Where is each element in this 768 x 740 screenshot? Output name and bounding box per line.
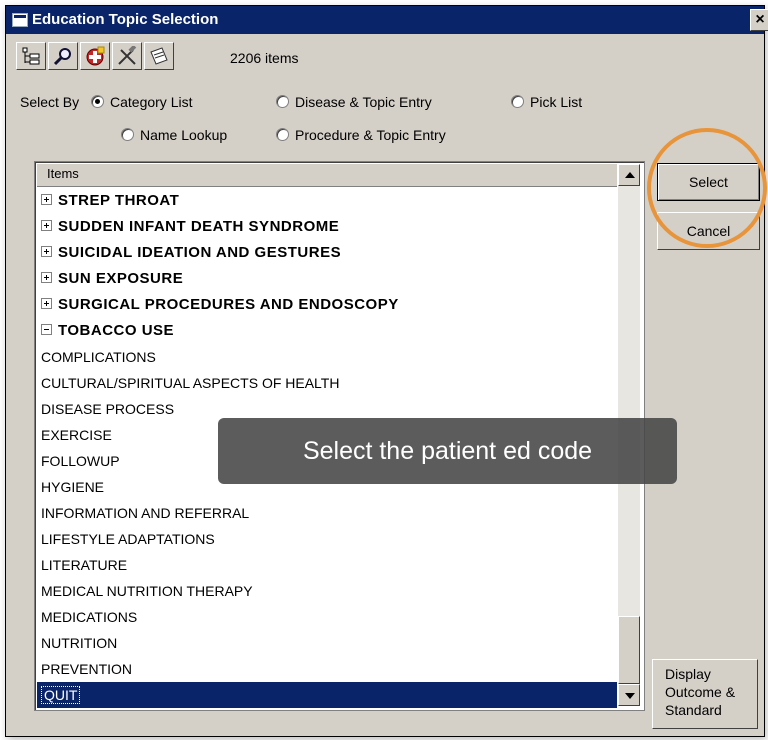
window-title: Education Topic Selection [32, 11, 219, 28]
radio-disease-topic-entry[interactable]: Disease & Topic Entry [276, 94, 432, 110]
select-by-label: Select By [20, 94, 80, 110]
list-group-item[interactable]: SURGICAL PROCEDURES AND ENDOSCOPY [37, 292, 617, 318]
list-header[interactable]: Items [37, 164, 617, 187]
arrow-down-icon [625, 693, 635, 699]
expand-icon[interactable] [41, 246, 52, 257]
tree-icon[interactable] [16, 42, 46, 70]
item-count: 2206 items [230, 50, 299, 66]
magnifier-icon[interactable] [48, 42, 78, 70]
radio-indicator [121, 128, 134, 141]
scroll-up-button[interactable] [618, 164, 640, 186]
list-item[interactable]: LIFESTYLE ADAPTATIONS [37, 526, 617, 552]
collapse-icon[interactable] [41, 324, 52, 335]
list-item[interactable]: COMPLICATIONS [37, 344, 617, 370]
expand-icon[interactable] [41, 298, 52, 309]
list-item[interactable]: MEDICAL NUTRITION THERAPY [37, 578, 617, 604]
list-item[interactable]: MEDICATIONS [37, 604, 617, 630]
list-group-item[interactable]: SUN EXPOSURE [37, 266, 617, 292]
expand-icon[interactable] [41, 272, 52, 283]
list-group-item[interactable]: STREP THROAT [37, 188, 617, 214]
display-button-line: Standard [665, 702, 722, 718]
add-favorite-icon[interactable] [80, 42, 110, 70]
tools-icon[interactable] [112, 42, 142, 70]
arrow-up-icon [625, 172, 635, 178]
expand-icon[interactable] [41, 194, 52, 205]
display-button-line: Display [665, 666, 711, 682]
close-button[interactable]: × [750, 9, 768, 31]
list-group-item[interactable]: SUDDEN INFANT DEATH SYNDROME [37, 214, 617, 240]
list-item-selected[interactable]: QUIT [37, 682, 617, 708]
window-icon [12, 13, 28, 27]
title-bar: Education Topic Selection × [6, 6, 768, 34]
radio-indicator [276, 95, 289, 108]
radio-indicator [91, 95, 104, 108]
scroll-down-button[interactable] [618, 684, 640, 706]
list-item[interactable]: NUTRITION [37, 630, 617, 656]
list-item[interactable]: CULTURAL/SPIRITUAL ASPECTS OF HEALTH [37, 370, 617, 396]
highlight-ring [647, 128, 767, 248]
expand-icon[interactable] [41, 220, 52, 231]
radio-procedure-topic-entry[interactable]: Procedure & Topic Entry [276, 127, 446, 143]
instruction-tooltip: Select the patient ed code [218, 418, 677, 484]
radio-indicator [511, 95, 524, 108]
list-item[interactable]: LITERATURE [37, 552, 617, 578]
education-topic-window: Education Topic Selection × 2206 items S… [5, 5, 768, 737]
list-item[interactable]: PREVENTION [37, 656, 617, 682]
list-header-label: Items [47, 166, 79, 181]
radio-name-lookup[interactable]: Name Lookup [121, 127, 227, 143]
list-item[interactable]: INFORMATION AND REFERRAL [37, 500, 617, 526]
radio-category-list[interactable]: Category List [91, 94, 192, 110]
note-icon[interactable] [144, 42, 174, 70]
radio-pick-list[interactable]: Pick List [511, 94, 582, 110]
display-button-line: Outcome & [665, 684, 736, 700]
scroll-thumb[interactable] [618, 616, 640, 684]
list-group-item[interactable]: TOBACCO USE [37, 318, 617, 344]
display-outcome-standard-button[interactable]: Display Outcome & Standard [652, 659, 758, 729]
list-group-item[interactable]: SUICIDAL IDEATION AND GESTURES [37, 240, 617, 266]
radio-indicator [276, 128, 289, 141]
